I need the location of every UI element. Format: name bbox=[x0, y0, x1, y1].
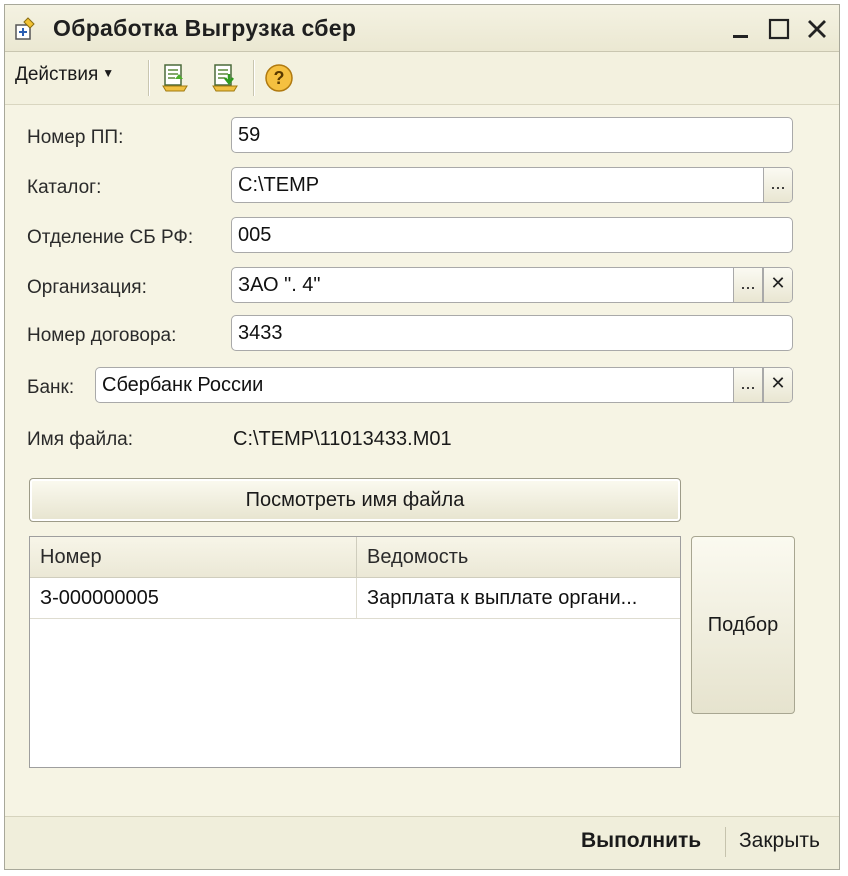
select-button[interactable]: Подбор bbox=[691, 536, 795, 714]
cell-statement: Зарплата к выплате органи... bbox=[356, 578, 680, 618]
organization-value: ЗАО ". 4" bbox=[238, 274, 321, 296]
actions-menu-label: Действия bbox=[15, 64, 99, 85]
column-header-number[interactable]: Номер bbox=[30, 537, 356, 577]
contract-number-label: Номер договора: bbox=[27, 325, 177, 346]
toolbar-separator bbox=[148, 60, 150, 96]
payment-number-input[interactable]: 59 bbox=[231, 117, 793, 153]
table-header: Номер Ведомость bbox=[30, 537, 680, 578]
organization-select-button[interactable]: ... bbox=[733, 268, 763, 302]
column-header-statement[interactable]: Ведомость bbox=[356, 537, 680, 577]
minimize-icon[interactable] bbox=[727, 15, 755, 43]
organization-label: Организация: bbox=[27, 277, 147, 298]
sb-branch-input[interactable]: 005 bbox=[231, 217, 793, 253]
catalog-input[interactable]: C:\TEMP ... bbox=[231, 167, 793, 203]
catalog-label: Каталог: bbox=[27, 177, 102, 198]
file-name-label: Имя файла: bbox=[27, 429, 134, 450]
organization-clear-button[interactable]: ✕ bbox=[763, 268, 792, 302]
close-icon[interactable] bbox=[803, 15, 831, 43]
footer-bar: Выполнить Закрыть bbox=[5, 816, 839, 869]
toolbar-separator bbox=[253, 60, 255, 96]
actions-menu-button[interactable]: Действия ▼ bbox=[15, 64, 114, 92]
execute-button[interactable]: Выполнить bbox=[581, 829, 701, 853]
organization-input[interactable]: ЗАО ". 4" ... ✕ bbox=[231, 267, 793, 303]
view-file-name-button[interactable]: Посмотреть имя файла bbox=[29, 478, 681, 522]
upload-document-icon[interactable] bbox=[159, 62, 191, 94]
download-document-icon[interactable] bbox=[209, 62, 241, 94]
bank-input[interactable]: Сбербанк России ... ✕ bbox=[95, 367, 793, 403]
bank-label: Банк: bbox=[27, 377, 75, 398]
toolbar: Действия ▼ ? bbox=[5, 52, 839, 105]
footer-separator bbox=[725, 827, 726, 857]
statements-table[interactable]: Номер Ведомость З-000000005 Зарплата к в… bbox=[29, 536, 681, 768]
processing-window: Обработка Выгрузка сбер Действия ▼ ? Ном… bbox=[4, 4, 840, 870]
sb-branch-label: Отделение СБ РФ: bbox=[27, 227, 194, 248]
file-name-value: C:\TEMP\11013433.M01 bbox=[233, 428, 452, 450]
cell-number: З-000000005 bbox=[40, 587, 159, 609]
help-glyph: ? bbox=[274, 68, 285, 88]
close-button[interactable]: Закрыть bbox=[739, 829, 820, 853]
window-title: Обработка Выгрузка сбер bbox=[53, 15, 357, 41]
catalog-select-button[interactable]: ... bbox=[763, 168, 792, 202]
maximize-icon[interactable] bbox=[765, 15, 793, 43]
bank-clear-button[interactable]: ✕ bbox=[763, 368, 792, 402]
payment-number-label: Номер ПП: bbox=[27, 127, 124, 148]
catalog-value: C:\TEMP bbox=[238, 174, 320, 196]
bank-value: Сбербанк России bbox=[102, 374, 264, 396]
table-row[interactable]: З-000000005 Зарплата к выплате органи... bbox=[30, 578, 680, 619]
bank-select-button[interactable]: ... bbox=[733, 368, 763, 402]
contract-number-input[interactable]: 3433 bbox=[231, 315, 793, 351]
chevron-down-icon: ▼ bbox=[102, 66, 115, 80]
help-icon[interactable]: ? bbox=[263, 62, 295, 94]
title-bar: Обработка Выгрузка сбер bbox=[5, 5, 839, 52]
processing-app-icon bbox=[15, 17, 35, 40]
